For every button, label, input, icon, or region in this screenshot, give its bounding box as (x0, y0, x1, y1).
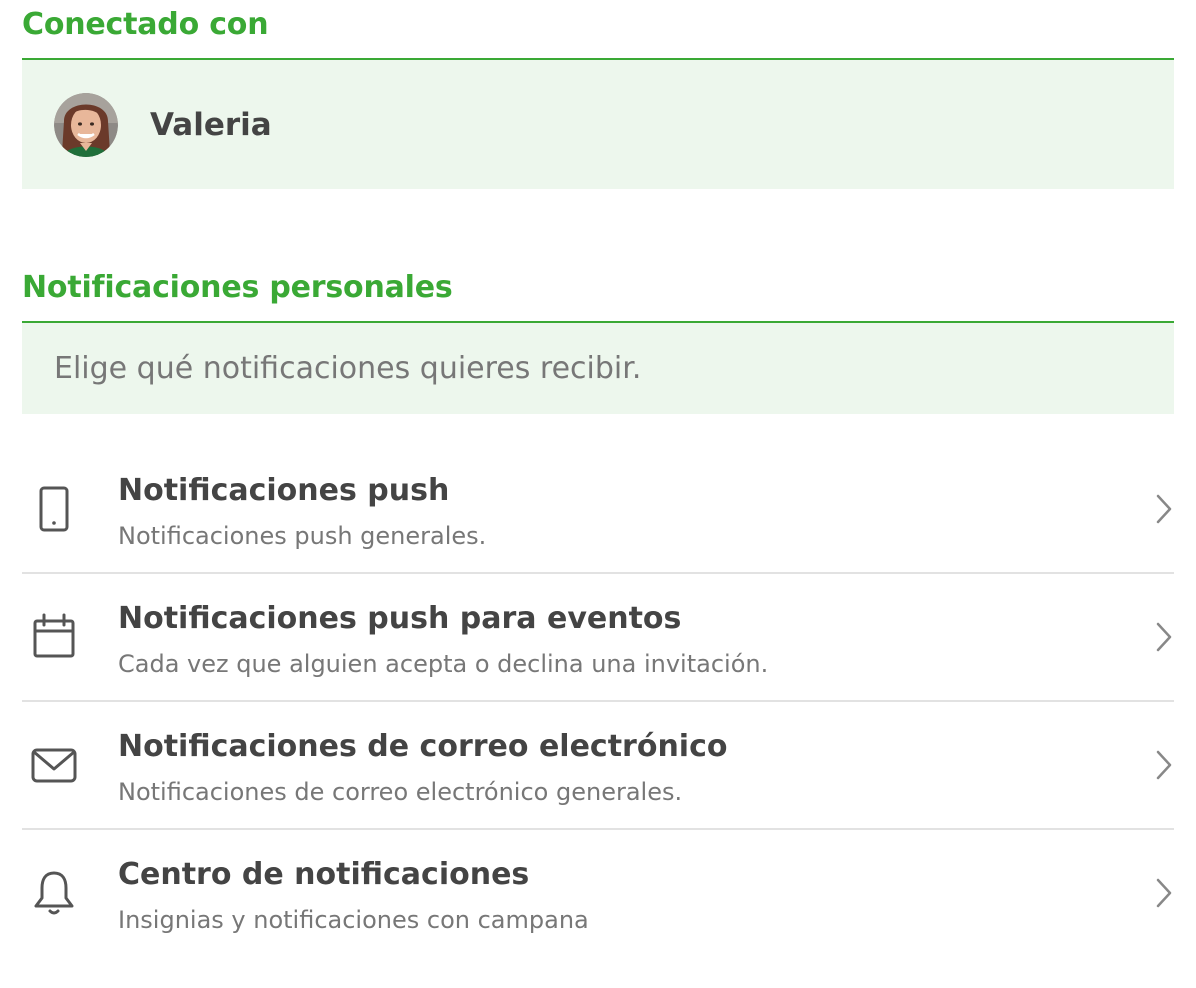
list-item-title: Notificaciones push para eventos (118, 601, 682, 636)
list-item-title: Notificaciones push (118, 473, 450, 508)
list-item-subtitle: Insignias y notificaciones con campana (118, 906, 589, 934)
connected-user-card[interactable]: Valeria (22, 58, 1174, 189)
list-item-push[interactable]: Notificaciones push Notificaciones push … (22, 446, 1174, 574)
smartphone-icon (30, 484, 78, 536)
list-item-notification-center[interactable]: Centro de notificaciones Insignias y not… (22, 830, 1174, 958)
list-item-subtitle: Cada vez que alguien acepta o declina un… (118, 650, 769, 678)
avatar (54, 93, 118, 157)
personal-description: Elige qué notificaciones quieres recibir… (54, 351, 642, 386)
chevron-right-icon (1154, 749, 1174, 781)
list-item-title: Centro de notificaciones (118, 857, 530, 892)
user-name: Valeria (150, 107, 272, 143)
chevron-right-icon (1154, 621, 1174, 653)
list-item-email[interactable]: Notificaciones de correo electrónico Not… (22, 702, 1174, 830)
list-item-subtitle: Notificaciones push generales. (118, 522, 487, 550)
chevron-right-icon (1154, 877, 1174, 909)
list-item-subtitle: Notificaciones de correo electrónico gen… (118, 778, 683, 806)
list-item-title: Notificaciones de correo electrónico (118, 729, 728, 764)
chevron-right-icon (1154, 493, 1174, 525)
personal-description-panel: Elige qué notificaciones quieres recibir… (22, 321, 1174, 414)
personal-section-title: Notificaciones personales (22, 270, 453, 305)
bell-icon (30, 868, 78, 920)
connected-section-title: Conectado con (22, 7, 269, 42)
mail-icon (30, 740, 78, 792)
list-item-event-push[interactable]: Notificaciones push para eventos Cada ve… (22, 574, 1174, 702)
calendar-icon (30, 612, 78, 664)
notification-settings-list: Notificaciones push Notificaciones push … (22, 446, 1174, 958)
